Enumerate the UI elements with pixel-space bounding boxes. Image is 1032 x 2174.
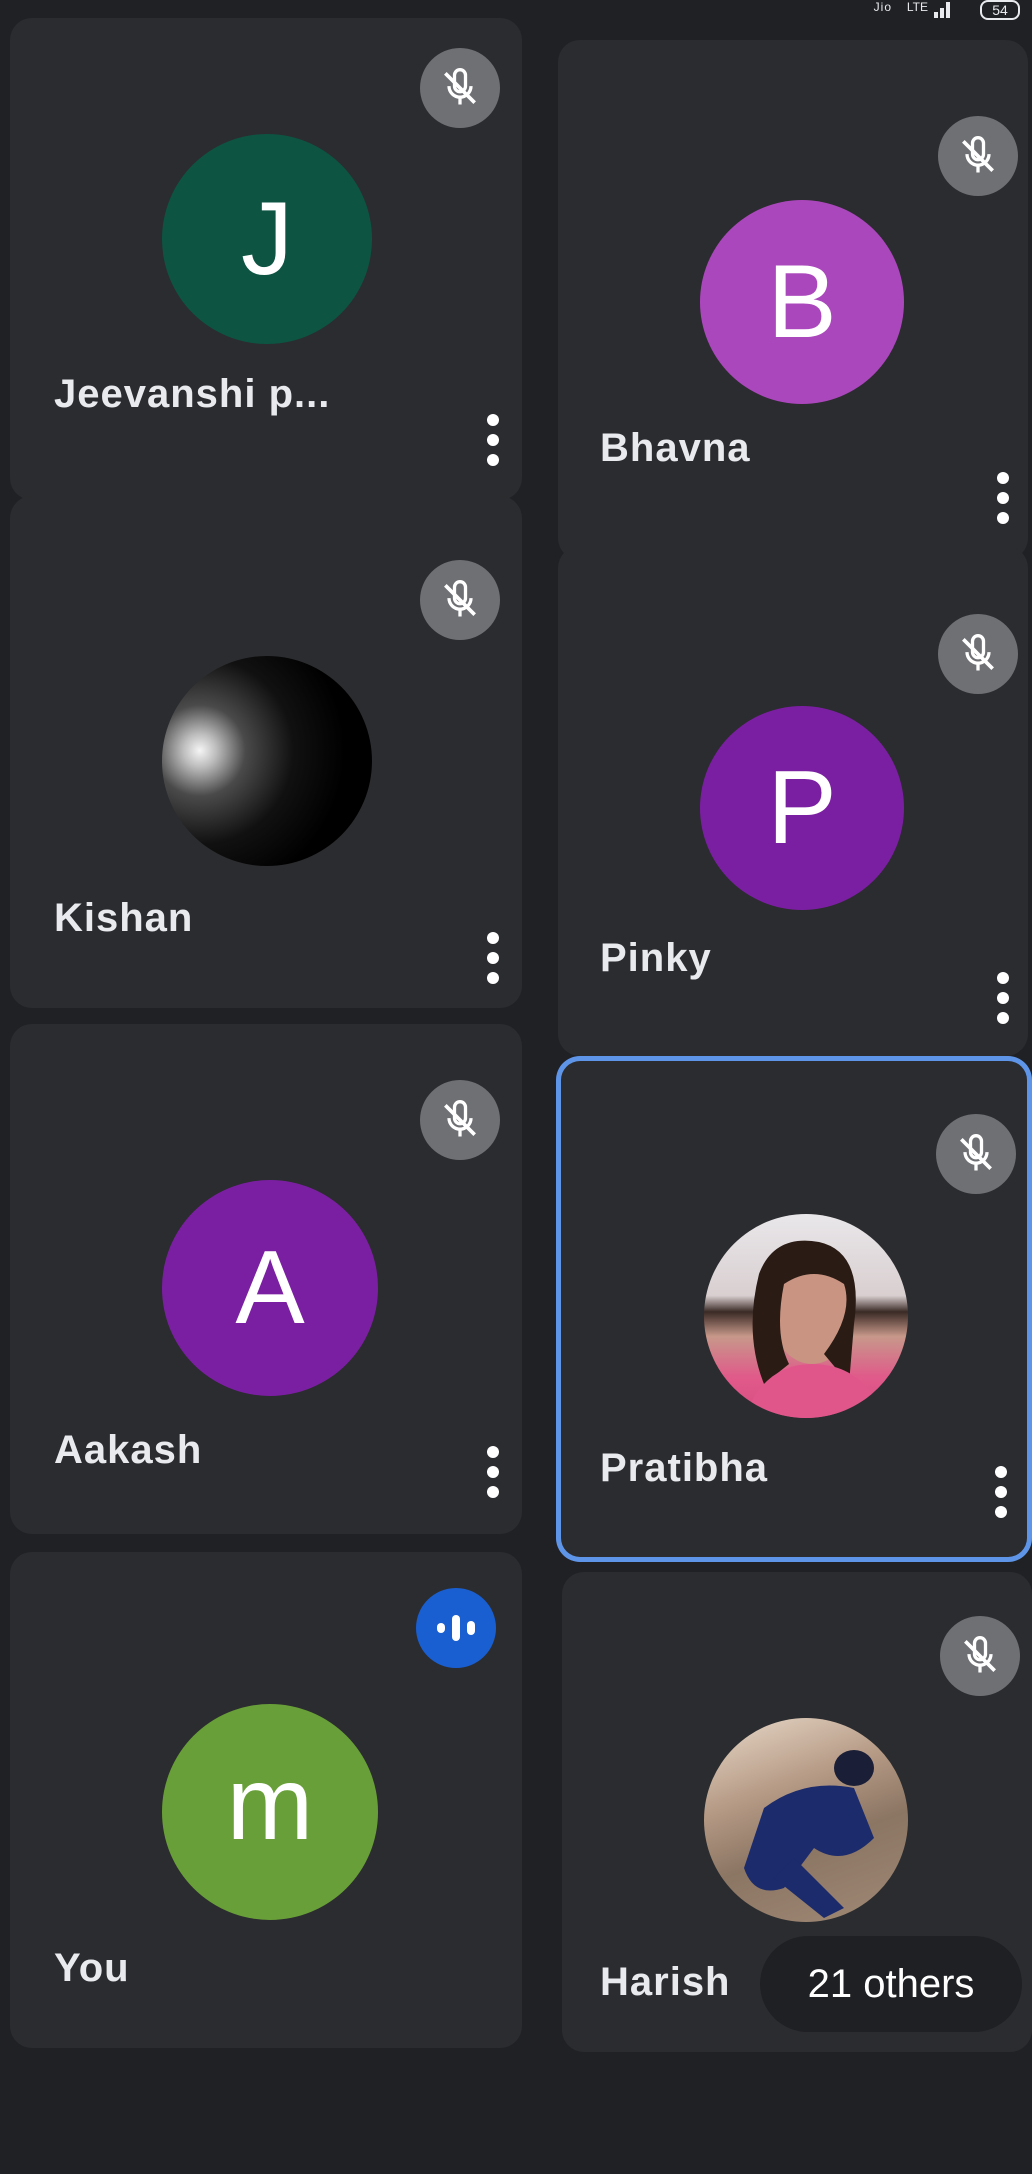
avatar-photo — [162, 656, 372, 866]
muted-mic-icon — [938, 614, 1018, 694]
more-options-icon[interactable] — [986, 468, 1020, 528]
participant-tile-bhavna[interactable]: B Bhavna — [558, 40, 1028, 560]
participant-name: Harish — [600, 1960, 731, 2004]
more-options-icon[interactable] — [984, 1462, 1018, 1522]
signal-icon — [934, 2, 954, 18]
participant-tile-kishan[interactable]: Kishan — [10, 496, 522, 1008]
more-options-icon[interactable] — [476, 928, 510, 988]
participant-name: You — [54, 1946, 130, 1990]
avatar-photo — [704, 1214, 908, 1418]
participant-name: Pinky — [600, 936, 712, 980]
network-label: Jio — [873, 0, 892, 14]
muted-mic-icon — [936, 1114, 1016, 1194]
participant-name: Jeevanshi p... — [54, 372, 331, 416]
avatar: P — [700, 706, 904, 910]
participant-tile-harish[interactable]: Harish 21 others — [562, 1572, 1032, 2052]
participant-tile-you[interactable]: m You — [10, 1552, 522, 2048]
others-chip[interactable]: 21 others — [760, 1936, 1022, 2032]
muted-mic-icon — [420, 1080, 500, 1160]
muted-mic-icon — [938, 116, 1018, 196]
avatar: m — [162, 1704, 378, 1920]
more-options-icon[interactable] — [476, 410, 510, 470]
avatar: B — [700, 200, 904, 404]
more-options-icon[interactable] — [476, 1442, 510, 1502]
battery-icon: 54 — [980, 0, 1020, 20]
muted-mic-icon — [940, 1616, 1020, 1696]
muted-mic-icon — [420, 560, 500, 640]
avatar-initial: J — [241, 181, 293, 297]
avatar: A — [162, 1180, 378, 1396]
participant-name: Bhavna — [600, 426, 751, 470]
participant-name: Pratibha — [600, 1446, 769, 1490]
participant-tile-pratibha[interactable]: Pratibha — [556, 1056, 1032, 1562]
avatar-photo — [704, 1718, 908, 1922]
avatar-initial: A — [235, 1230, 305, 1346]
more-options-icon[interactable] — [986, 968, 1020, 1028]
participant-name: Kishan — [54, 896, 194, 940]
speaking-indicator-icon — [416, 1588, 496, 1668]
avatar-initial: P — [767, 750, 837, 866]
avatar: J — [162, 134, 372, 344]
muted-mic-icon — [420, 48, 500, 128]
participant-name: Aakash — [54, 1428, 203, 1472]
lte-label: LTE — [906, 0, 928, 14]
participant-tile-pinky[interactable]: P Pinky — [558, 546, 1028, 1056]
others-label: 21 others — [807, 1962, 975, 2006]
battery-level: 54 — [992, 2, 1008, 18]
avatar-initial: m — [226, 1746, 314, 1862]
participant-tile-jeevanshi[interactable]: J Jeevanshi p... — [10, 18, 522, 500]
participant-tile-aakash[interactable]: A Aakash — [10, 1024, 522, 1534]
avatar-initial: B — [767, 244, 837, 360]
